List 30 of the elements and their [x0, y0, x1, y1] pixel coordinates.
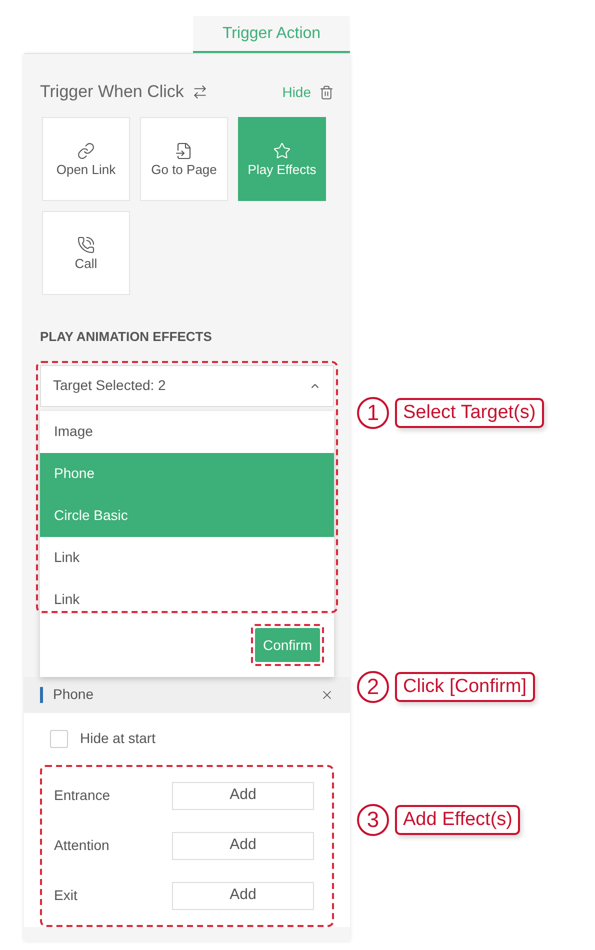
action-card[interactable]: Open Link [42, 117, 130, 201]
effect-label: Entrance [54, 786, 112, 805]
target-dropdown[interactable]: Target Selected: 2 [40, 364, 334, 406]
delete-icon[interactable] [319, 84, 334, 100]
add-button[interactable]: Add [172, 882, 314, 910]
dropdown-option[interactable]: Link [40, 578, 334, 612]
dropdown-option[interactable]: Image [40, 410, 334, 452]
step-number: 2 [357, 671, 389, 703]
dropdown-option[interactable]: Link [40, 536, 334, 578]
switch-icon[interactable] [192, 84, 208, 100]
star-icon [273, 142, 291, 160]
callout-label: Select Target(s) [395, 398, 544, 428]
callout-label: Click [Confirm] [395, 672, 535, 702]
page-icon [175, 142, 193, 160]
action-card[interactable]: Call [42, 211, 130, 295]
effect-label: Exit [54, 886, 78, 905]
phone-icon [77, 236, 95, 254]
checkbox-label: Hide at start [80, 729, 156, 748]
add-button[interactable]: Add [172, 832, 314, 860]
trigger-title: Trigger When Click [40, 81, 184, 104]
callout-label: Add Effect(s) [395, 805, 520, 835]
step-number: 3 [357, 804, 389, 836]
action-card[interactable]: Go to Page [140, 117, 228, 201]
checkbox[interactable] [50, 730, 68, 748]
step-number: 1 [357, 397, 389, 429]
effect-label: Attention [54, 836, 110, 855]
link-icon [77, 142, 95, 160]
section-title: PLAY ANIMATION EFFECTS [39, 328, 213, 346]
target-name: Phone [53, 685, 94, 704]
add-button[interactable]: Add [172, 782, 314, 810]
